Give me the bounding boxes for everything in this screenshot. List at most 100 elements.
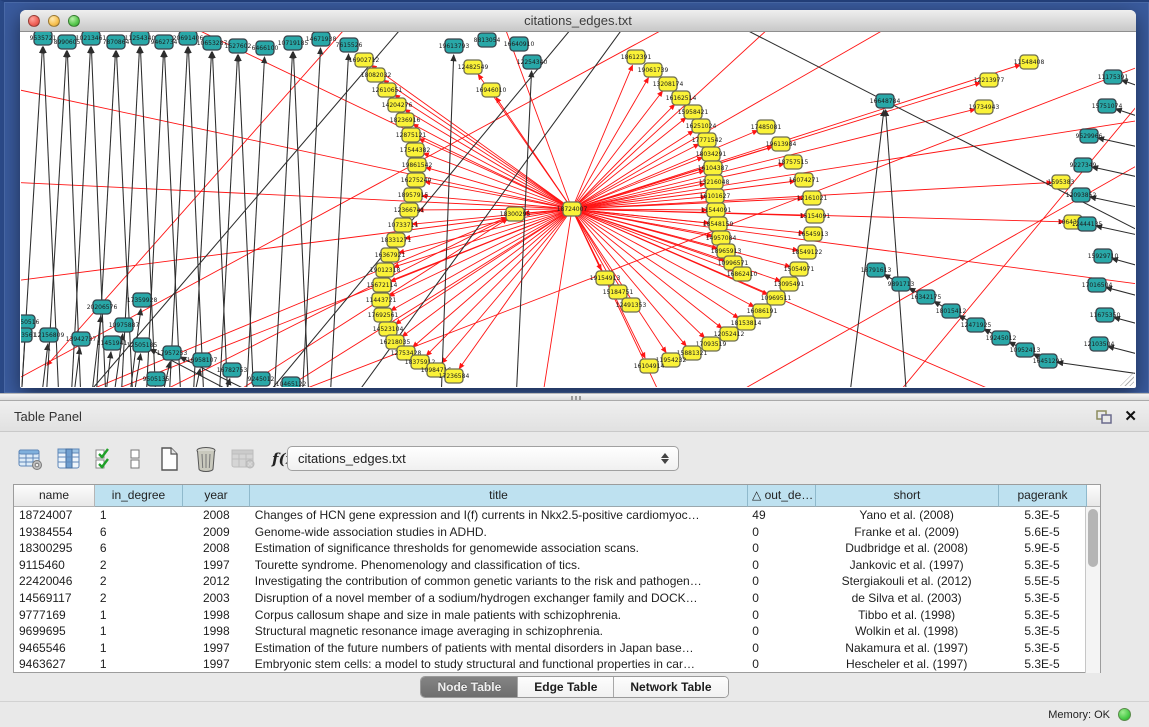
network-node[interactable]: 6466100: [252, 41, 279, 55]
network-node[interactable]: 16902712: [349, 53, 380, 67]
network-node[interactable]: 15154091: [800, 209, 831, 223]
panel-splitter[interactable]: [0, 393, 1149, 401]
table-row[interactable]: 946554611997Estimation of the future num…: [14, 640, 1086, 657]
network-node[interactable]: 16958107: [187, 353, 218, 367]
table-row[interactable]: 969969511998Structural magnetic resonanc…: [14, 623, 1086, 640]
network-node[interactable]: 16545913: [798, 227, 829, 241]
network-node[interactable]: 16275240: [401, 173, 432, 187]
close-window-icon[interactable]: [28, 15, 40, 27]
network-node[interactable]: 13208174: [653, 77, 684, 91]
table-source-combobox[interactable]: citations_edges.txt: [287, 446, 679, 471]
network-node[interactable]: 10733711: [388, 218, 419, 232]
column-header-out_degree[interactable]: △ out_de…: [748, 485, 816, 507]
network-node[interactable]: 9529966: [1076, 129, 1103, 143]
network-node[interactable]: 12156809: [34, 328, 65, 342]
network-node[interactable]: 9535721: [30, 32, 57, 45]
network-node[interactable]: 14523104: [373, 322, 404, 336]
table-row[interactable]: 977716911998Corpus callosum shape and si…: [14, 607, 1086, 624]
network-view-canvas[interactable]: 9535721899060510213461787086411254340946…: [21, 32, 1135, 387]
network-node[interactable]: 19613984: [766, 137, 797, 151]
network-node[interactable]: 19154913: [590, 271, 621, 285]
network-node[interactable]: 15751074: [1092, 99, 1123, 113]
network-node[interactable]: 12254340: [517, 55, 548, 69]
network-node[interactable]: 18549122: [792, 245, 823, 259]
close-panel-icon[interactable]: ✕: [1124, 409, 1137, 424]
network-node[interactable]: 12482549: [458, 60, 489, 74]
network-node[interactable]: 12103504: [1084, 337, 1115, 351]
network-node[interactable]: 8750516: [21, 315, 40, 329]
deselect-all-icon[interactable]: [128, 444, 142, 474]
network-node[interactable]: 19734943: [969, 100, 1000, 114]
network-node[interactable]: 11544091: [701, 203, 732, 217]
network-node[interactable]: 18548159: [703, 217, 734, 231]
network-node[interactable]: 12471925: [961, 318, 992, 332]
network-node[interactable]: 12093852: [1066, 188, 1097, 202]
network-node[interactable]: 18331271: [381, 233, 412, 247]
network-node[interactable]: 16162514: [666, 91, 697, 105]
tab-network-table[interactable]: Network Table: [614, 677, 727, 697]
network-node[interactable]: 19861542: [402, 158, 433, 172]
network-node[interactable]: 11675350: [1090, 308, 1121, 322]
select-all-icon[interactable]: [94, 444, 116, 474]
network-node[interactable]: 12161021: [797, 191, 828, 205]
network-node[interactable]: 15929710: [1088, 249, 1119, 263]
network-node[interactable]: 20206576: [87, 300, 118, 314]
network-node[interactable]: 17771542: [692, 133, 723, 147]
network-node[interactable]: 16251024: [686, 119, 717, 133]
network-node[interactable]: 13942737: [66, 332, 97, 346]
minimize-window-icon[interactable]: [48, 15, 60, 27]
network-node[interactable]: 9245012: [248, 372, 275, 386]
network-node[interactable]: 17359928: [127, 293, 158, 307]
network-node[interactable]: 15054971: [784, 262, 815, 276]
tab-edge-table[interactable]: Edge Table: [518, 677, 614, 697]
table-row[interactable]: 911546021997Tourette syndrome. Phenomeno…: [14, 557, 1086, 574]
network-node[interactable]: 19613793: [439, 39, 470, 53]
network-window-titlebar[interactable]: citations_edges.txt: [20, 10, 1136, 32]
table-row[interactable]: 1830029562008Estimation of significance …: [14, 540, 1086, 557]
vertical-scrollbar[interactable]: [1085, 507, 1100, 673]
network-node[interactable]: 16074271: [789, 173, 820, 187]
network-node[interactable]: 18034291: [696, 147, 727, 161]
network-node[interactable]: 13095491: [774, 277, 805, 291]
column-header-year[interactable]: year: [183, 485, 250, 507]
network-node[interactable]: 10719185: [278, 36, 309, 50]
column-header-title[interactable]: title: [250, 485, 748, 507]
network-node[interactable]: 1595383: [1048, 175, 1075, 189]
column-header-in_degree[interactable]: in_degree: [95, 485, 183, 507]
table-row[interactable]: 946362711997Embryonic stem cells: a mode…: [14, 656, 1086, 673]
network-node[interactable]: 12213977: [974, 73, 1005, 87]
network-node[interactable]: 16104387: [698, 161, 729, 175]
column-header-pagerank[interactable]: pagerank: [999, 485, 1087, 507]
network-node[interactable]: 14957084: [706, 231, 737, 245]
delete-rows-icon[interactable]: [194, 444, 218, 474]
delete-table-icon[interactable]: [230, 444, 256, 474]
network-node[interactable]: 14204276: [382, 98, 413, 112]
network-node[interactable]: 11451941: [97, 336, 128, 350]
zoom-window-icon[interactable]: [68, 15, 80, 27]
network-node[interactable]: 1527602: [225, 39, 252, 53]
new-table-icon[interactable]: [158, 444, 180, 474]
network-node[interactable]: 17544382: [400, 143, 431, 157]
network-node[interactable]: 11548408: [1014, 55, 1045, 69]
table-settings-icon[interactable]: [18, 444, 44, 474]
network-node[interactable]: 12366741: [394, 203, 425, 217]
network-node[interactable]: 8813054: [474, 33, 501, 47]
select-column-icon[interactable]: [56, 444, 82, 474]
tab-node-table[interactable]: Node Table: [421, 677, 518, 697]
network-node[interactable]: 10975887: [109, 318, 140, 332]
table-row[interactable]: 2242004622012Investigating the contribut…: [14, 573, 1086, 590]
network-node[interactable]: 13216048: [699, 175, 730, 189]
network-node[interactable]: 19061739: [638, 63, 669, 77]
table-row[interactable]: 1938455462009Genome-wide association stu…: [14, 524, 1086, 541]
network-node[interactable]: 16946010: [476, 83, 507, 97]
table-row[interactable]: 1872400712008Changes of HCN gene express…: [14, 507, 1086, 524]
network-node[interactable]: 18612391: [621, 50, 652, 64]
column-header-name[interactable]: name: [14, 485, 95, 507]
scrollbar-thumb[interactable]: [1088, 509, 1098, 567]
network-node[interactable]: 17692561: [368, 308, 399, 322]
table-row[interactable]: 1456911722003Disruption of a novel membe…: [14, 590, 1086, 607]
network-node[interactable]: 15184751: [603, 285, 634, 299]
column-header-short[interactable]: short: [816, 485, 999, 507]
network-node[interactable]: 18957915: [398, 188, 429, 202]
float-panel-icon[interactable]: [1096, 410, 1112, 424]
